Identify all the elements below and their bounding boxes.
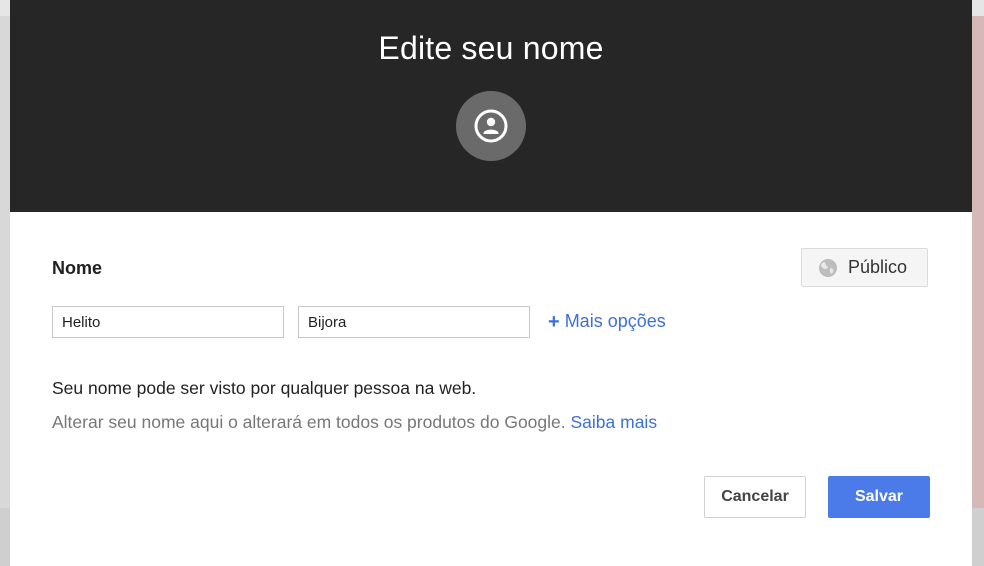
dialog-body: Nome Público + Mais opções Seu nome pode… (10, 212, 972, 566)
cancel-button[interactable]: Cancelar (704, 476, 806, 518)
visibility-note: Seu nome pode ser visto por qualquer pes… (52, 378, 477, 398)
background-page-left (0, 0, 10, 566)
globe-icon (818, 258, 838, 278)
more-options-link[interactable]: + Mais opções (548, 311, 666, 332)
account-circle-icon (473, 108, 509, 144)
dialog-header: Edite seu nome (10, 0, 972, 212)
last-name-field[interactable] (298, 306, 530, 338)
name-section-label: Nome (52, 258, 103, 278)
save-button[interactable]: Salvar (828, 476, 930, 518)
change-note: Alterar seu nome aqui o alterará em todo… (52, 412, 657, 433)
background-footer (0, 508, 10, 566)
background-page-right (972, 0, 984, 566)
background-stripe (972, 0, 984, 16)
learn-more-link[interactable]: Saiba mais (571, 412, 658, 432)
change-note-text: Alterar seu nome aqui o alterará em todo… (52, 412, 571, 432)
avatar (456, 91, 526, 161)
edit-name-dialog: Edite seu nome Nome Público Helito Bijor… (10, 0, 972, 566)
plus-icon: + (548, 310, 560, 333)
background-footer (972, 508, 984, 566)
visibility-label: Público (848, 257, 908, 277)
dialog-title: Edite seu nome (378, 30, 604, 66)
background-stripe (0, 0, 10, 16)
visibility-button[interactable]: Público (801, 248, 928, 287)
first-name-field[interactable] (52, 306, 284, 338)
more-options-label: Mais opções (564, 311, 666, 331)
